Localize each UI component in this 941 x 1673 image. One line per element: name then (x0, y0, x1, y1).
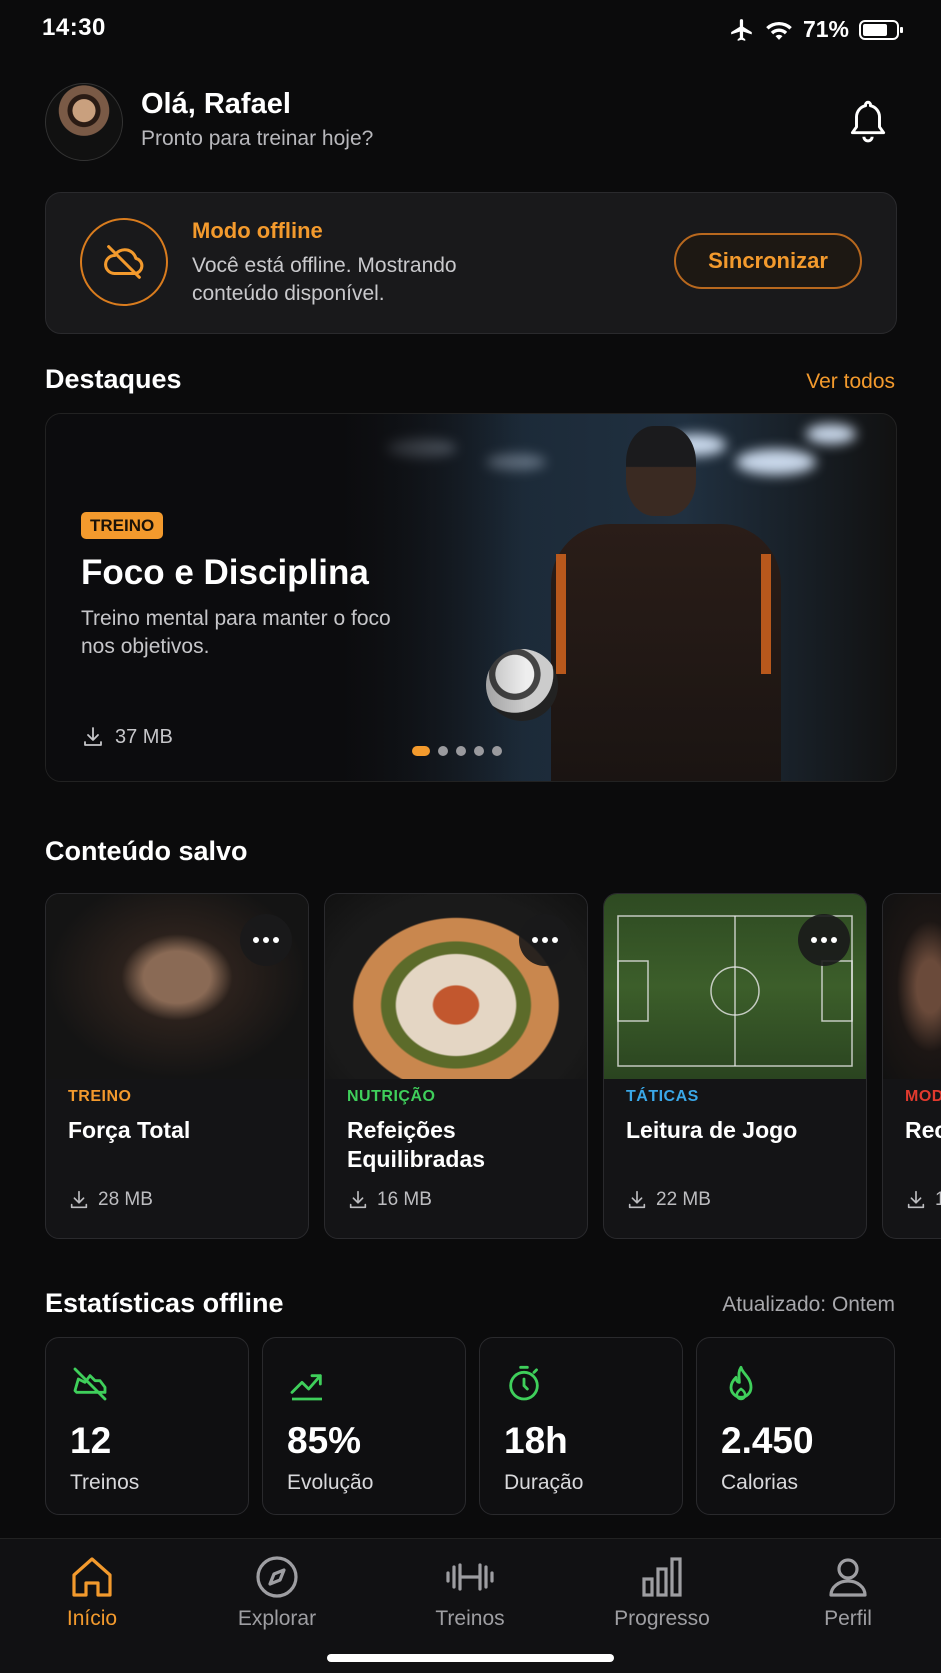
highlights-title: Destaques (45, 364, 182, 394)
download-icon (84, 727, 102, 746)
featured-title: Foco e Disciplina (81, 553, 369, 592)
saved-category: TÁTICAS (626, 1088, 699, 1105)
nav-item-workouts[interactable]: Treinos (400, 1553, 540, 1631)
running-shoe-icon (73, 1367, 107, 1401)
airplane-mode-icon (731, 18, 752, 41)
more-options-button[interactable] (798, 914, 850, 966)
trend-up-icon (290, 1374, 322, 1401)
offline-title: Modo offline (192, 218, 323, 243)
nav-item-explore[interactable]: Explorar (207, 1553, 347, 1631)
bar-chart-icon (642, 1557, 682, 1597)
player-image (551, 524, 781, 781)
flame-icon (729, 1365, 753, 1401)
profile-icon (829, 1558, 867, 1597)
see-all-link[interactable]: Ver todos (806, 370, 895, 394)
stats-updated: Atualizado: Ontem (722, 1293, 895, 1316)
carousel-dots[interactable] (412, 746, 502, 756)
download-icon (628, 1190, 646, 1209)
saved-card[interactable]: NUTRIÇÃO Refeições Equilibradas 16 MB (324, 893, 588, 1239)
saved-item-title: Rec Geo (905, 1117, 941, 1143)
nav-item-progress[interactable]: Progresso (592, 1553, 732, 1631)
featured-description: Treino mental para manter o foco nos obj… (81, 607, 391, 658)
more-options-button[interactable] (519, 914, 571, 966)
stat-label: Treinos (70, 1471, 140, 1494)
carousel-dot[interactable] (412, 746, 430, 756)
stat-value: 18h (504, 1420, 568, 1461)
offline-message: Você está offline. Mostrando conteúdo di… (192, 254, 457, 305)
saved-image-recovery (883, 894, 941, 1079)
nav-item-profile[interactable]: Perfil (778, 1553, 918, 1631)
nav-label: Início (66, 1607, 118, 1630)
carousel-dot[interactable] (474, 746, 484, 756)
download-icon (349, 1190, 367, 1209)
home-indicator[interactable] (327, 1654, 614, 1662)
saved-size-label: 1 (935, 1189, 941, 1211)
featured-size-label: 37 MB (115, 725, 173, 748)
nav-label: Explorar (237, 1607, 317, 1630)
nav-item-home[interactable]: Início (22, 1553, 162, 1631)
saved-item-title: Leitura de Jogo (626, 1117, 798, 1143)
featured-tag: TREINO (81, 512, 164, 539)
saved-card[interactable]: TREINO Força Total 28 MB (45, 893, 309, 1239)
saved-item-title: Refeições Equilibradas (347, 1117, 486, 1172)
stat-card-duration[interactable]: 18h Duração (479, 1337, 683, 1515)
featured-size: 37 MB (81, 725, 173, 749)
carousel-dot[interactable] (492, 746, 502, 756)
stats-title: Estatísticas offline (45, 1288, 284, 1318)
download-icon (70, 1190, 88, 1209)
nav-label: Perfil (824, 1607, 872, 1630)
stat-label: Evolução (287, 1471, 374, 1494)
saved-item-title: Força Total (68, 1117, 191, 1143)
status-time: 14:30 (42, 14, 106, 41)
battery-percent: 71% (802, 16, 849, 42)
stat-value: 2.450 (721, 1420, 814, 1461)
carousel-dot[interactable] (438, 746, 448, 756)
dumbbell-icon (446, 1563, 494, 1591)
avatar[interactable] (45, 83, 123, 161)
battery-icon (859, 19, 903, 40)
saved-card[interactable]: TÁTICAS Leitura de Jogo 22 MB (603, 893, 867, 1239)
bell-icon[interactable] (848, 99, 888, 145)
nav-label: Treinos (435, 1607, 505, 1630)
stat-label: Calorias (721, 1471, 799, 1494)
stopwatch-icon (509, 1365, 539, 1401)
saved-card[interactable]: MOD Rec Geo 1 (882, 893, 941, 1239)
saved-size: 16 MB (347, 1189, 432, 1211)
greeting: Olá, Rafael (141, 88, 291, 120)
status-icons: 71% (729, 16, 905, 43)
stat-card-progress[interactable]: 85% Evolução (262, 1337, 466, 1515)
saved-size-label: 22 MB (656, 1189, 711, 1210)
download-icon (907, 1190, 925, 1209)
nav-label: Progresso (614, 1607, 710, 1630)
greeting-subtitle: Pronto para treinar hoje? (141, 127, 374, 150)
more-options-button[interactable] (240, 914, 292, 966)
stat-label: Duração (504, 1471, 584, 1494)
saved-category: MOD (905, 1088, 941, 1105)
stat-value: 85% (287, 1420, 362, 1461)
cloud-off-icon (80, 218, 168, 306)
stat-card-calories[interactable]: 2.450 Calorias (696, 1337, 895, 1515)
saved-category: TREINO (68, 1088, 132, 1105)
stat-value: 12 (70, 1420, 112, 1461)
saved-title: Conteúdo salvo (45, 836, 248, 866)
wifi-icon (766, 21, 792, 40)
saved-size-label: 28 MB (98, 1189, 153, 1210)
home-icon (72, 1557, 112, 1597)
saved-size: 1 (905, 1189, 941, 1211)
saved-category: NUTRIÇÃO (347, 1088, 436, 1105)
stat-card-workouts[interactable]: 12 Treinos (45, 1337, 249, 1515)
carousel-dot[interactable] (456, 746, 466, 756)
saved-size: 28 MB (68, 1189, 153, 1211)
compass-icon (256, 1556, 298, 1598)
sync-button[interactable]: Sincronizar (674, 233, 862, 289)
saved-size: 22 MB (626, 1189, 711, 1211)
saved-size-label: 16 MB (377, 1189, 432, 1210)
